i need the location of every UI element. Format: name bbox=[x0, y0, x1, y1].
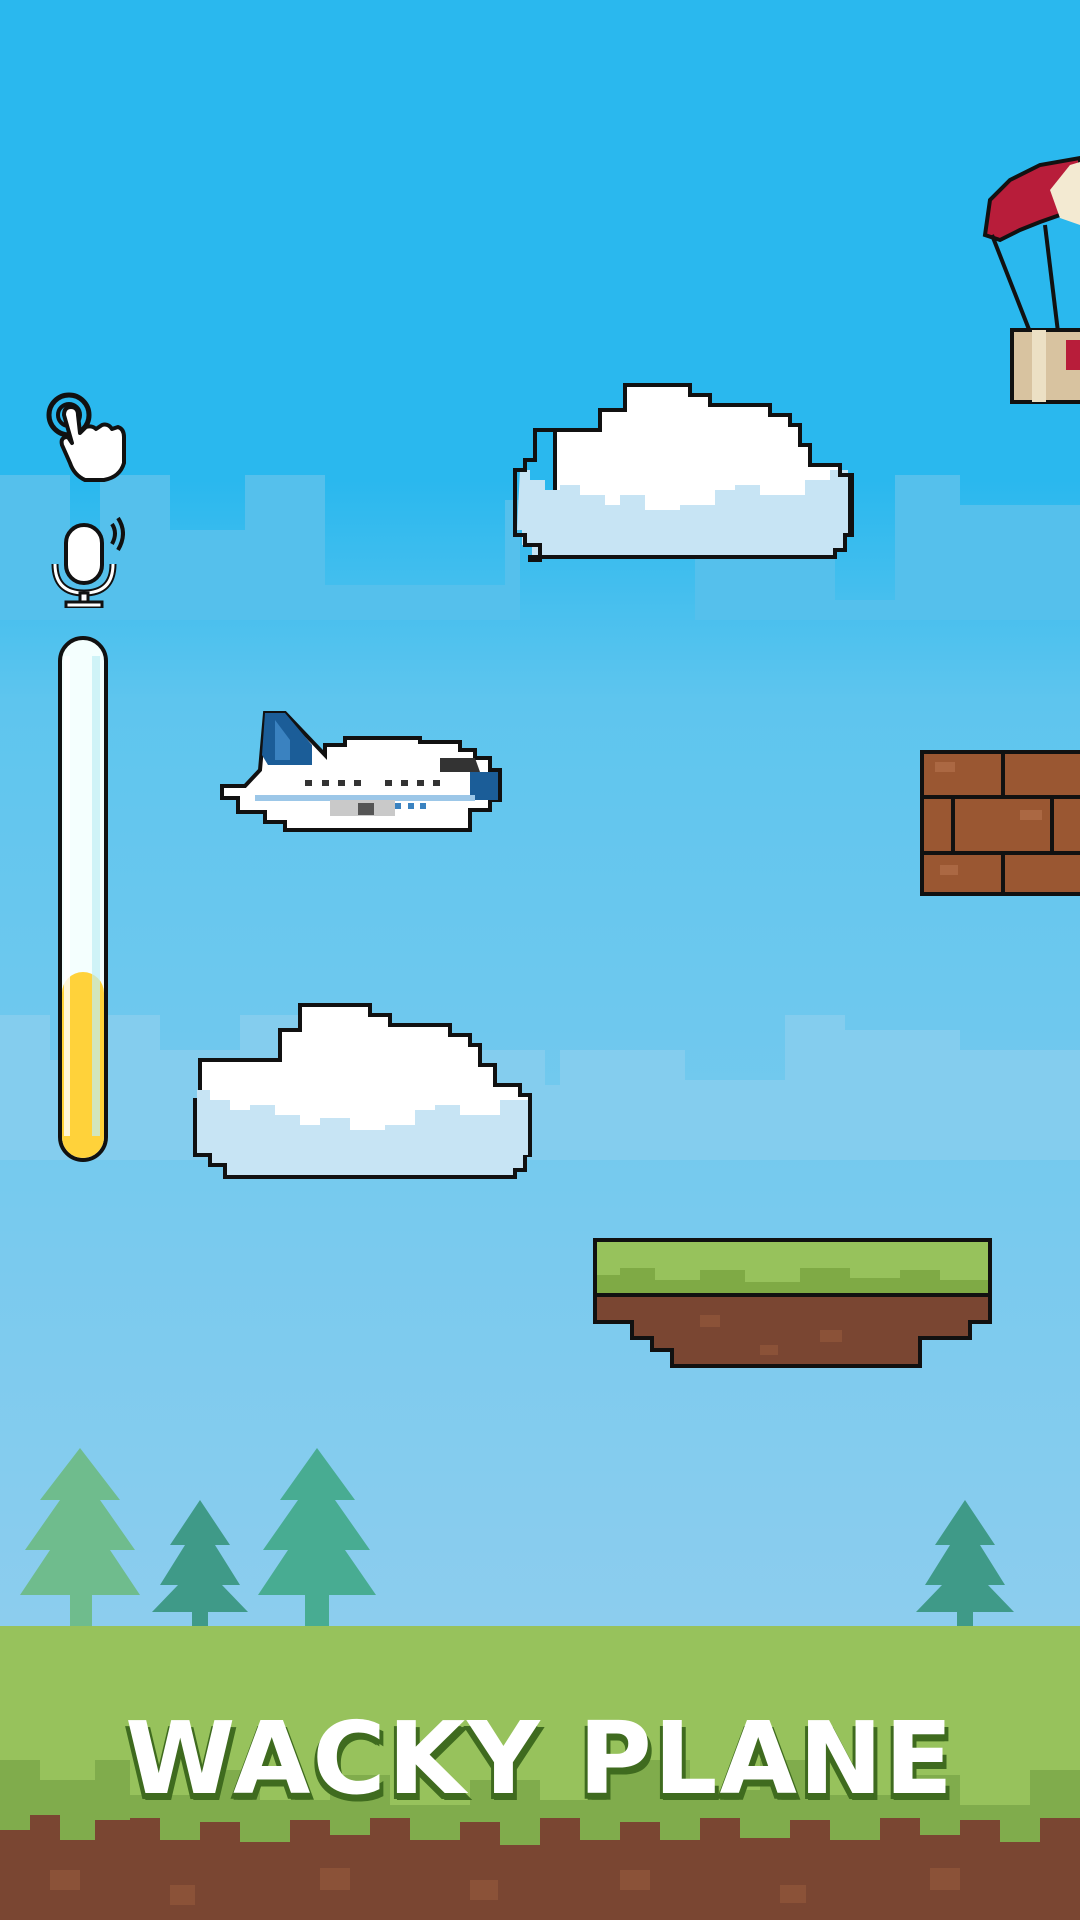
plane-player bbox=[220, 711, 502, 832]
game-scene[interactable]: WACKY PLANE bbox=[0, 0, 1080, 1920]
game-title: WACKY PLANE bbox=[125, 1700, 955, 1817]
microphone-icon bbox=[51, 516, 125, 610]
tap-hand-icon bbox=[46, 392, 126, 482]
voice-level-meter bbox=[58, 636, 108, 1162]
voice-control-button[interactable] bbox=[50, 508, 125, 610]
tap-control-button[interactable] bbox=[40, 385, 130, 485]
